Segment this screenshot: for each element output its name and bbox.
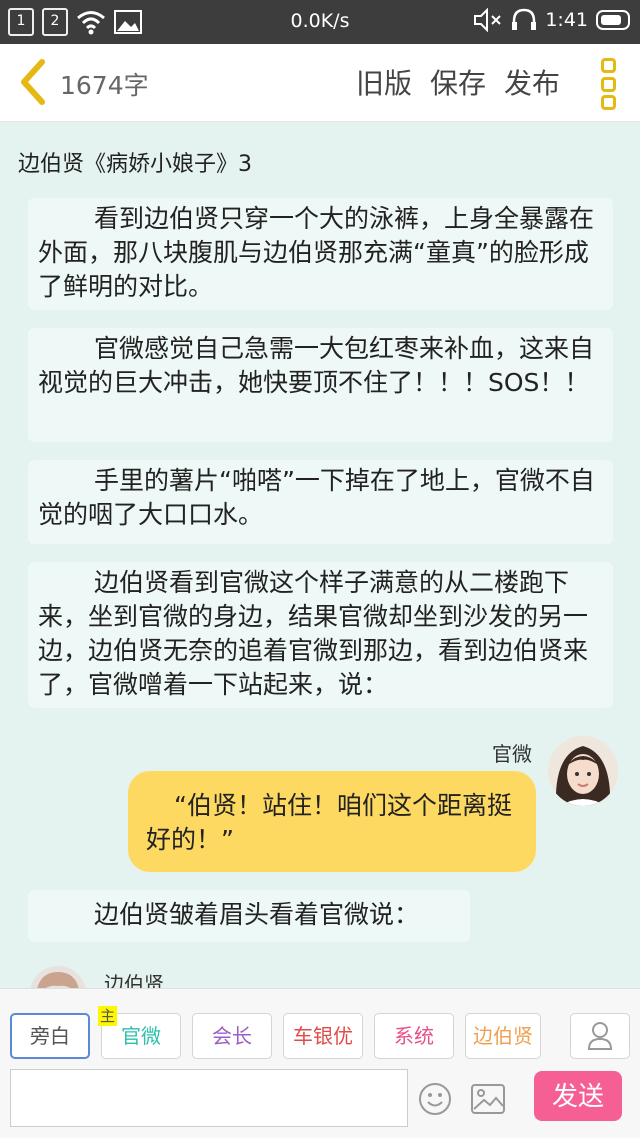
publish-button[interactable]: 发布 [504,62,560,102]
role-label: 会长 [212,1024,252,1048]
role-selector: 旁白 主 官微 会长 车银优 系统 边伯贤 [10,1006,541,1059]
speaker-avatar[interactable] [548,736,618,806]
role-chip-narrator[interactable]: 旁白 [10,1013,90,1059]
dialogue-speaker-name: 官微 [492,742,532,766]
more-dot [600,95,616,110]
role-chip-cha-eunwoo[interactable]: 车银优 [283,1013,363,1059]
role-label: 车银优 [293,1024,353,1048]
role-chip-baekhyun[interactable]: 边伯贤 [465,1013,541,1059]
dialogue-bubble[interactable]: “伯贤！站住！咱们这个距离挺好的！” [128,771,536,872]
composer-panel: 旁白 主 官微 会长 车银优 系统 边伯贤 发送 [0,988,640,1138]
mute-icon [474,8,502,32]
user-icon [587,1022,613,1050]
old-version-button[interactable]: 旧版 [356,62,412,102]
back-chevron-icon[interactable] [16,58,50,106]
more-dot [600,76,616,92]
role-chip-guanwei[interactable]: 主 官微 [98,1006,181,1059]
word-count: 1674字 [60,71,149,100]
battery-icon [596,10,630,30]
role-chip-president[interactable]: 会长 [192,1013,272,1059]
host-badge: 主 [98,1006,118,1026]
status-bar: 1 2 0.0K/s 1:41 [0,0,640,44]
toolbar-actions: 旧版 保存 发布 [356,62,560,102]
send-button[interactable]: 发送 [534,1071,622,1121]
headphone-icon [512,8,537,30]
top-bar: 1674字 旧版 保存 发布 [0,44,640,122]
role-chip-system[interactable]: 系统 [374,1013,454,1059]
more-dot [600,58,616,73]
narration-paragraph[interactable]: 边伯贤皱着眉头看着官微说： [28,890,470,942]
message-input[interactable] [10,1069,408,1127]
narration-paragraph[interactable]: 手里的薯片“啪嗒”一下掉在了地上，官微不自觉的咽了大口口水。 [28,460,613,544]
save-button[interactable]: 保存 [430,62,486,102]
narration-paragraph[interactable]: 边伯贤看到官微这个样子满意的从二楼跑下来，坐到官微的身边，结果官微却坐到沙发的另… [28,562,613,708]
image-icon[interactable] [470,1082,506,1116]
narration-paragraph[interactable]: 看到边伯贤只穿一个大的泳裤，上身全暴露在外面，那八块腹肌与边伯贤那充满“童真”的… [28,198,613,310]
narration-paragraph[interactable]: 官微感觉自己急需一大包红枣来补血，这来自视觉的巨大冲击，她快要顶不住了！！！SO… [28,328,613,442]
manage-roles-button[interactable] [570,1013,630,1059]
story-title: 边伯贤《病娇小娘子》3 [18,152,252,177]
role-label: 系统 [394,1024,434,1048]
clock: 1:41 [545,9,588,31]
emoji-icon[interactable] [418,1082,452,1116]
role-label: 边伯贤 [473,1024,533,1048]
avatar-girl-icon [548,736,618,806]
status-right: 1:41 [473,8,630,32]
more-menu-icon[interactable] [598,58,618,110]
role-label: 官微 [121,1024,161,1048]
role-label: 旁白 [30,1024,70,1048]
